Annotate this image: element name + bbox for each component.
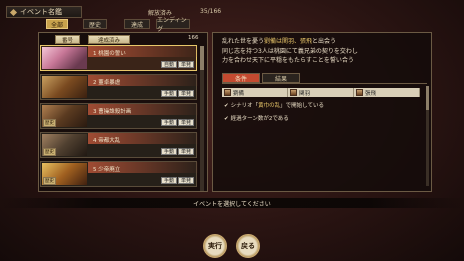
list-item[interactable]: 1 桃園の誓い 自動 単発 [40,45,198,71]
manual-button[interactable]: 手動 [160,119,177,126]
list-item[interactable]: 5 少帝廃立 歴史 手動 単発 [40,161,198,187]
list-scrollbar-thumb[interactable] [200,46,204,70]
manual-button[interactable]: 手動 [160,148,177,155]
character-chip[interactable]: 劉備 [222,88,288,97]
single-button[interactable]: 単発 [177,119,194,126]
tab-result[interactable]: 結果 [262,73,300,83]
tab-condition[interactable]: 条件 [222,73,260,83]
unlocked-count: 35/166 [200,8,222,15]
back-button[interactable]: 戻る [236,234,260,258]
single-button[interactable]: 単発 [177,177,194,184]
event-description: 乱れた世を憂う劉備は関羽、張飛と出会う 同じ志を持つ3人は桃園にて義兄弟の契りを… [222,37,422,66]
detail-scrollbar-thumb[interactable] [426,86,429,110]
tab-history[interactable]: 歴史 [83,19,107,29]
character-portrait-icon [290,89,297,96]
detail-scrollbar[interactable] [426,86,429,186]
list-item[interactable]: 3 曹操誅殺計画 歴史 手動 単発 [40,103,198,129]
event-catalog-screen: イベント名鑑 解放済み 35/166 全部 歴史 達成 エンディング 番号 達成… [0,0,464,261]
description-line: 乱れた世を憂う劉備は関羽、張飛と出会う [222,38,337,45]
event-thumbnail [42,76,87,98]
tab-divider [222,83,427,84]
event-title: 2 董卓暴虐 [93,80,121,86]
event-thumbnail [42,47,87,69]
character-portrait-icon [224,89,231,96]
event-mode-buttons: 自動 単発 [160,61,194,68]
event-mode-buttons: 手動 単発 [160,177,194,184]
single-button[interactable]: 単発 [177,90,194,97]
tab-all[interactable]: 全部 [46,19,68,29]
screen-title: イベント名鑑 [6,6,82,18]
tab-ending[interactable]: エンディング [156,17,190,33]
condition-item: ✔ 経過ターン数が2である [224,116,289,122]
description-line: 力を合わせ天下に平穏をもたらすことを誓い合う [222,57,354,64]
list-total: 166 [188,35,199,41]
event-mode-buttons: 手動 単発 [160,90,194,97]
manual-button[interactable]: 手動 [160,177,177,184]
sort-number-button[interactable]: 番号 [55,35,80,44]
condition-item: ✔ シナリオ「黄巾の乱」で開始している [224,103,324,109]
screen-title-label: イベント名鑑 [20,8,62,16]
history-tag: 歴史 [43,119,56,127]
manual-button[interactable]: 手動 [160,90,177,97]
prompt-text: イベントを選択してください [193,201,271,208]
description-line: 同じ志を持つ3人は桃園にて義兄弟の契りを交わし [222,47,358,55]
event-title: 5 少帝廃立 [93,167,121,173]
character-list: 劉備 関羽 張飛 [222,88,420,97]
history-tag: 歴史 [43,177,56,185]
auto-button[interactable]: 自動 [160,61,177,68]
character-chip[interactable]: 張飛 [354,88,420,97]
check-icon: ✔ [224,103,229,109]
list-scrollbar[interactable] [200,46,204,191]
list-filter-row: 番号 達成済み [40,35,205,44]
filter-achieved-button[interactable]: 達成済み [88,35,130,44]
character-chip[interactable]: 関羽 [288,88,354,97]
single-button[interactable]: 単発 [177,61,194,68]
history-tag: 歴史 [43,148,56,156]
character-portrait-icon [356,89,363,96]
list-item[interactable]: 4 帝都大乱 歴史 手動 単発 [40,132,198,158]
event-mode-buttons: 手動 単発 [160,119,194,126]
event-title: 3 曹操誅殺計画 [93,109,132,115]
execute-button[interactable]: 実行 [203,234,227,258]
diamond-icon [9,8,18,16]
tab-achievement[interactable]: 達成 [124,19,150,29]
single-button[interactable]: 単発 [177,148,194,155]
check-icon: ✔ [224,116,229,122]
event-title: 4 帝都大乱 [93,138,121,144]
event-title: 1 桃園の誓い [93,51,126,57]
list-item[interactable]: 2 董卓暴虐 手動 単発 [40,74,198,100]
event-mode-buttons: 手動 単発 [160,148,194,155]
